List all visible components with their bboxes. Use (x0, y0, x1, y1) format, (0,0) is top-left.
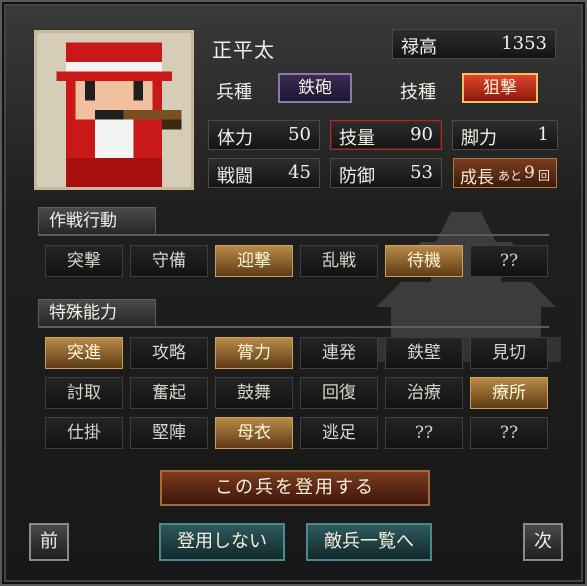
tactics_section-chip[interactable]: 突撃 (45, 245, 123, 277)
stat-speed-label: 脚力 (461, 128, 497, 149)
unit-detail-window: 正平太 禄高 1353 兵種 鉄砲 技種 狙撃 体力 50 技量 90 脚力 1… (0, 0, 587, 586)
stat-hp-value: 50 (288, 124, 311, 145)
abilities_section-chip[interactable]: 突進 (45, 337, 123, 369)
tactics_section-chip[interactable]: 迎撃 (215, 245, 293, 277)
abilities_section-chip[interactable]: 奮起 (130, 377, 208, 409)
next-button[interactable]: 次 (523, 523, 563, 561)
abilities_section-chip[interactable]: 母衣 (215, 417, 293, 449)
abilities_section-chip[interactable]: 膂力 (215, 337, 293, 369)
abilities_section-chip[interactable]: 攻略 (130, 337, 208, 369)
growth-label: 成長 (460, 168, 494, 188)
stat-defense-value: 53 (410, 162, 433, 183)
abilities-section-title: 特殊能力 (38, 299, 156, 327)
abilities_section-chip[interactable]: 堅陣 (130, 417, 208, 449)
unit-name: 正平太 (212, 38, 275, 62)
abilities_section-chip[interactable]: 治療 (385, 377, 463, 409)
abilities_section-chip[interactable]: 鼓舞 (215, 377, 293, 409)
stat-defense-label: 防御 (339, 166, 375, 187)
decline-button[interactable]: 登用しない (159, 523, 285, 561)
stat-defense: 防御 53 (330, 158, 442, 188)
prev-button[interactable]: 前 (29, 523, 69, 561)
tactics_section-chip[interactable]: 乱戦 (300, 245, 378, 277)
tactics_section-chip[interactable]: 守備 (130, 245, 208, 277)
tactics_section-chip[interactable]: ?? (470, 245, 548, 277)
abilities_section-chip[interactable]: ?? (385, 417, 463, 449)
skill-type-label: 技種 (400, 82, 436, 103)
growth-remaining-prefix: あと (498, 169, 523, 183)
enemy-list-button[interactable]: 敵兵一覧へ (306, 523, 432, 561)
soldier-portrait-icon (37, 33, 191, 187)
abilities_section-chip[interactable]: 見切 (470, 337, 548, 369)
stat-skill-value: 90 (410, 124, 433, 145)
abilities_section-chip[interactable]: 仕掛 (45, 417, 123, 449)
abilities_section-chip[interactable]: 療所 (470, 377, 548, 409)
abilities_section-chip[interactable]: 討取 (45, 377, 123, 409)
abilities_section-chip[interactable]: 連発 (300, 337, 378, 369)
abilities_section-chip[interactable]: ?? (470, 417, 548, 449)
stat-skill: 技量 90 (330, 120, 442, 150)
unit-portrait (34, 30, 194, 190)
troop-type-badge: 鉄砲 (278, 73, 352, 103)
salary-field: 禄高 1353 (392, 29, 556, 59)
stat-attack-value: 45 (288, 162, 311, 183)
skill-type-badge: 狙撃 (462, 73, 538, 103)
stat-skill-label: 技量 (339, 128, 375, 149)
tactics_section-chip[interactable]: 待機 (385, 245, 463, 277)
stat-hp-label: 体力 (217, 128, 253, 149)
troop-type-label: 兵種 (216, 82, 252, 103)
abilities_section-chip[interactable]: 逃足 (300, 417, 378, 449)
stat-hp: 体力 50 (208, 120, 320, 150)
growth-unit: 回 (538, 169, 551, 183)
recruit-button[interactable]: この兵を登用する (160, 470, 430, 506)
abilities_section-chip[interactable]: 鉄壁 (385, 337, 463, 369)
stat-attack-label: 戦闘 (217, 166, 253, 187)
tactics-section-title: 作戦行動 (38, 207, 156, 235)
growth-value: 9 (524, 163, 535, 183)
stat-attack: 戦闘 45 (208, 158, 320, 188)
stat-speed: 脚力 1 (452, 120, 558, 150)
growth-counter: 成長 あと 9 回 (453, 158, 557, 188)
stat-speed-value: 1 (537, 124, 549, 145)
salary-label: 禄高 (401, 37, 437, 58)
abilities_section-chip[interactable]: 回復 (300, 377, 378, 409)
salary-value: 1353 (501, 33, 547, 54)
